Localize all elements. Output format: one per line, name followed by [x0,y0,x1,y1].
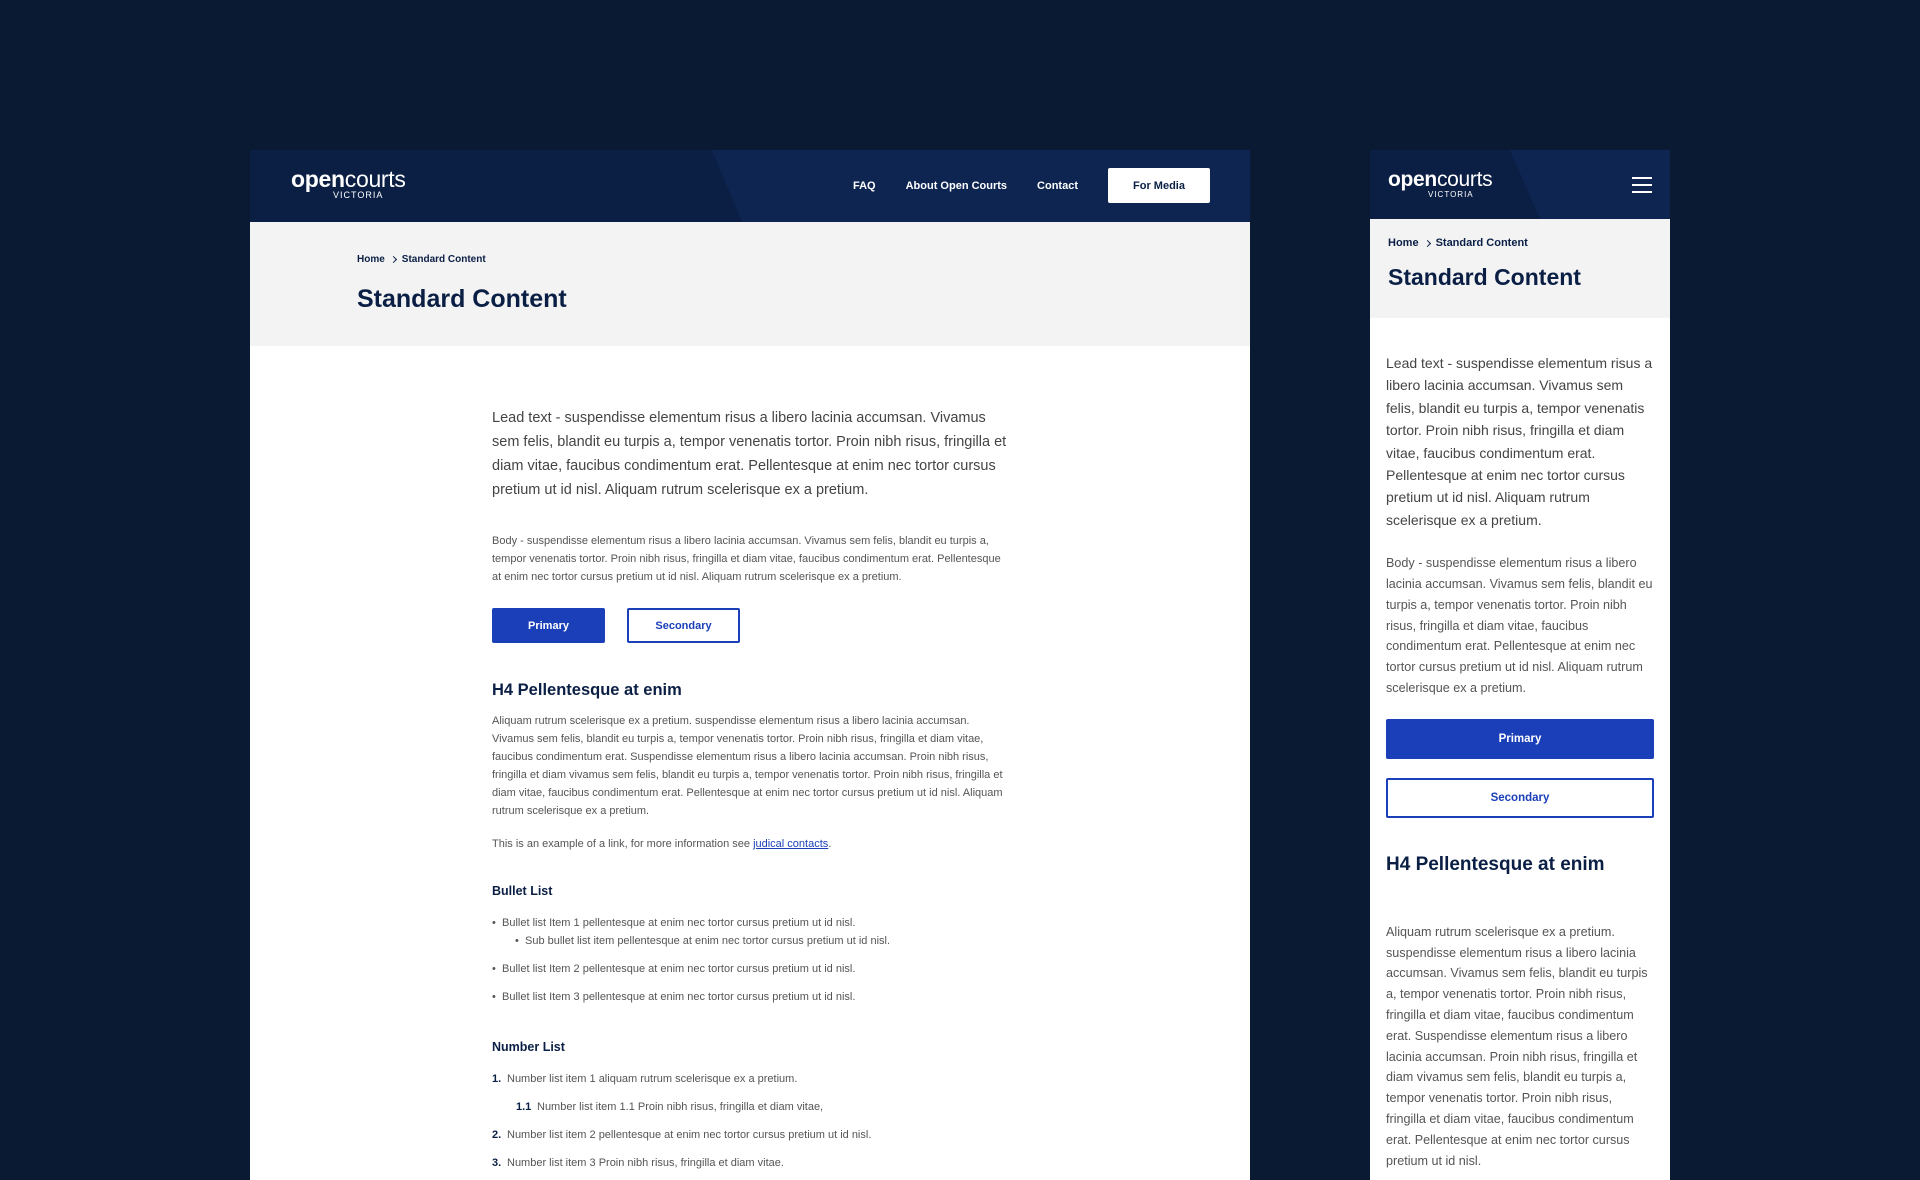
desktop-frame: opencourts VICTORIA FAQ About Open Court… [250,150,1250,1180]
breadcrumb-home[interactable]: Home [1388,237,1419,249]
page-hero: Home Standard Content Standard Content [1370,219,1670,318]
hamburger-menu-icon[interactable] [1632,177,1652,198]
secondary-button[interactable]: Secondary [1386,777,1654,818]
button-group: Primary Secondary [492,608,1010,643]
page-title: Standard Content [1388,264,1581,290]
for-media-button[interactable]: For Media [1108,168,1210,203]
breadcrumb-current: Standard Content [1435,237,1528,249]
list-item: 2. Number list item 2 pellentesque at eni… [492,1129,872,1141]
nav-faq[interactable]: FAQ [853,180,876,192]
content-area: Lead text - suspendisse elementum risus … [250,346,1010,1172]
content-area: Lead text - suspendisse elementum risus … [1370,318,1670,1171]
open-courts-logo[interactable]: opencourts VICTORIA [291,168,406,201]
link-paragraph: This is an example of a link, for more i… [492,838,832,850]
body-text: Body - suspendisse elementum risus a lib… [1386,556,1653,696]
page-title: Standard Content [357,285,567,313]
h4-heading: H4 Pellentesque at enim [492,681,682,699]
breadcrumb: Home Standard Content [357,254,486,265]
primary-button[interactable]: Primary [1386,718,1654,759]
primary-button[interactable]: Primary [492,608,605,643]
lead-text: Lead text - suspendisse elementum risus … [492,410,1007,498]
sub-list-item: 1.1 Number list item 1.1 Proin nibh risus… [516,1101,824,1113]
breadcrumb-home[interactable]: Home [357,254,385,265]
body-text: Body - suspendisse elementum risus a lib… [492,535,1001,583]
logo-tagline: VICTORIA [1428,190,1474,199]
paragraph: Aliquam rutrum scelerisque ex a pretium.… [492,715,1003,817]
number-list-heading: Number List [492,1040,565,1054]
bullet-list-heading: Bullet List [492,884,553,898]
breadcrumb: Home Standard Content [1388,237,1528,249]
breadcrumb-current: Standard Content [401,254,486,265]
sub-list-item: Sub bullet list item pellentesque at eni… [492,932,1010,950]
main-nav: FAQ About Open Courts Contact For Media [853,168,1210,203]
list-item: 3. Number list item 3 Proin nibh risus, f… [492,1157,784,1169]
judical-contacts-link[interactable]: judical contacts [753,838,828,850]
list-item: 1. Number list item 1 aliquam rutrum scel… [492,1073,798,1085]
list-item: Bullet list Item 3 pellentesque at enim … [492,988,1010,1006]
bullet-list: Bullet list Item 1 pellentesque at enim … [492,914,1010,1006]
chevron-right-icon [389,255,397,264]
nav-contact[interactable]: Contact [1037,180,1078,192]
chevron-right-icon [1423,239,1431,247]
number-list: 1. Number list item 1 aliquam rutrum scel… [492,1070,1010,1172]
h4-heading: H4 Pellentesque at enim [1386,853,1605,875]
list-item: Bullet list Item 1 pellentesque at enim … [492,914,1010,932]
paragraph: Aliquam rutrum scelerisque ex a pretium.… [1386,924,1648,1168]
mobile-header: opencourts VICTORIA [1370,150,1670,219]
list-item: Bullet list Item 2 pellentesque at enim … [492,960,1010,978]
site-header: opencourts VICTORIA FAQ About Open Court… [250,150,1250,222]
mobile-frame: opencourts VICTORIA Home Standard Conten… [1370,150,1670,1180]
nav-about[interactable]: About Open Courts [906,180,1007,192]
page-hero: Home Standard Content Standard Content [250,222,1250,346]
open-courts-logo[interactable]: opencourts VICTORIA [1388,169,1493,199]
secondary-button[interactable]: Secondary [627,608,740,643]
lead-text: Lead text - suspendisse elementum risus … [1386,355,1653,528]
